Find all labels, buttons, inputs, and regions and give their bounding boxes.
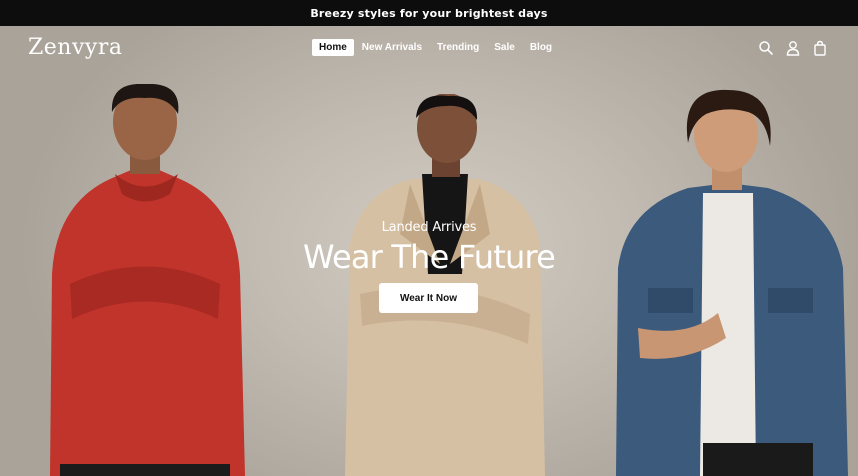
hero-subtitle: Landed Arrives — [381, 220, 477, 235]
nav-new-arrivals[interactable]: New Arrivals — [355, 39, 429, 56]
hero-title: Wear The Future — [303, 238, 556, 276]
cart-icon[interactable] — [812, 40, 828, 56]
announcement-text: Breezy styles for your brightest days — [310, 6, 548, 20]
nav-sale[interactable]: Sale — [487, 39, 522, 56]
nav-trending[interactable]: Trending — [430, 39, 486, 56]
logo[interactable]: Zenvyra — [28, 35, 122, 60]
nav-blog[interactable]: Blog — [523, 39, 559, 56]
search-icon[interactable] — [758, 40, 774, 56]
hero-model-left — [50, 84, 245, 476]
hero-text: Landed Arrives Wear The Future — [0, 220, 858, 276]
main-nav: Home New Arrivals Trending Sale Blog — [312, 39, 560, 56]
nav-home[interactable]: Home — [312, 39, 354, 56]
account-icon[interactable] — [785, 40, 801, 56]
site-header: Zenvyra Home New Arrivals Trending Sale … — [0, 26, 858, 70]
hero-model-right — [616, 89, 848, 476]
announcement-bar: Breezy styles for your brightest days — [0, 0, 858, 26]
header-icons — [758, 40, 828, 56]
wear-it-now-button[interactable]: Wear It Now — [379, 283, 478, 313]
